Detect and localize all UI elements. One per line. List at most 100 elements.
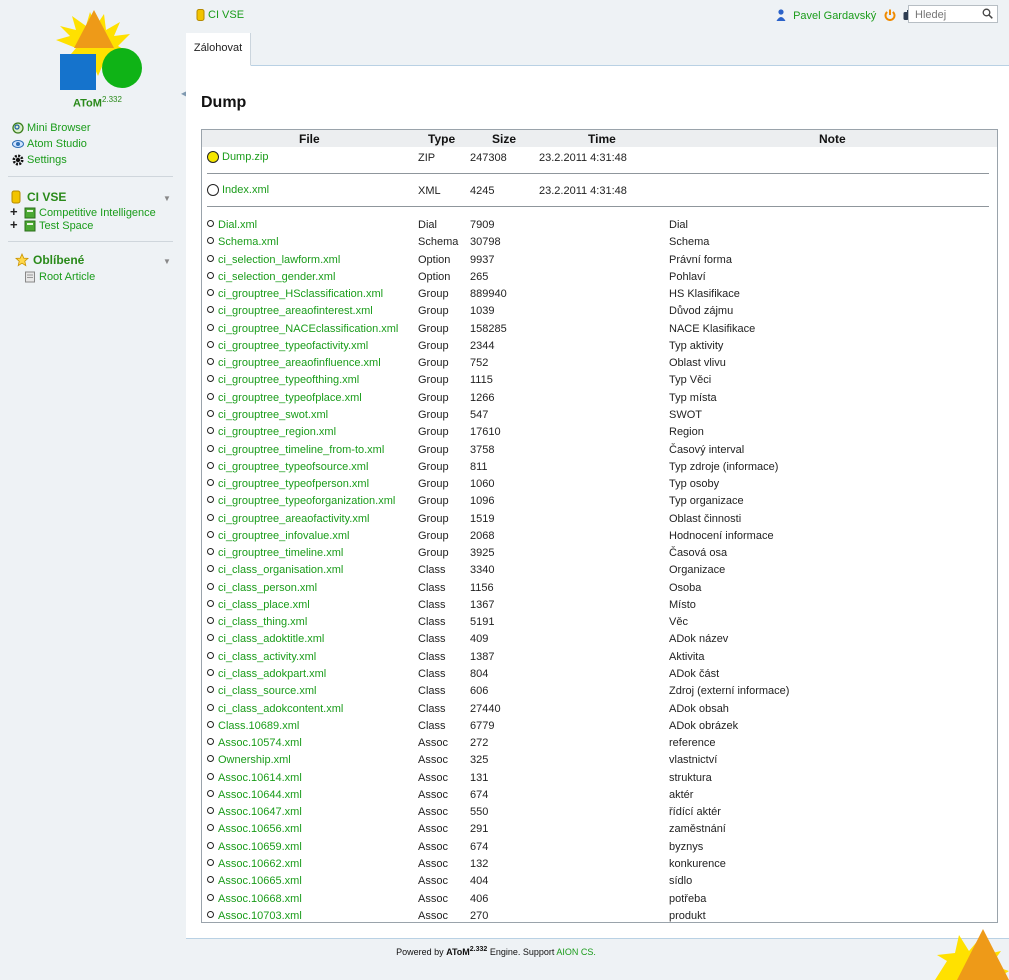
file-link[interactable]: ci_grouptree_HSclassification.xml (218, 288, 383, 300)
file-cell[interactable]: Assoc.10665.xml (207, 875, 302, 887)
sidebar-item-competitive-intelligence[interactable]: + Competitive Intelligence (10, 205, 156, 220)
file-cell[interactable]: Ownership.xml (207, 754, 291, 766)
table-row[interactable]: ci_class_thing.xml Class 5191 Věc (202, 614, 997, 631)
file-cell[interactable]: Assoc.10614.xml (207, 772, 302, 784)
file-link[interactable]: ci_grouptree_infovalue.xml (218, 530, 349, 542)
file-link[interactable]: ci_selection_gender.xml (218, 271, 335, 283)
file-link[interactable]: ci_class_place.xml (218, 599, 310, 611)
sidebar-item-label[interactable]: Atom Studio (27, 138, 87, 150)
chevron-down-icon[interactable]: ▼ (163, 194, 171, 203)
file-link[interactable]: ci_grouptree_areaofinfluence.xml (218, 357, 381, 369)
table-row[interactable]: ci_class_organisation.xml Class 3340 Organi… (202, 562, 997, 579)
table-row[interactable]: Assoc.10668.xml Assoc 406 potřeba (202, 891, 997, 908)
table-row[interactable]: Assoc.10665.xml Assoc 404 sídlo (202, 873, 997, 890)
file-cell[interactable]: Index.xml (207, 184, 269, 196)
file-link[interactable]: ci_grouptree_typeoforganization.xml (218, 495, 395, 507)
file-cell[interactable]: ci_class_person.xml (207, 582, 317, 594)
table-row[interactable]: Class.10689.xml Class 6779 ADok obrázek (202, 718, 997, 735)
file-cell[interactable]: ci_grouptree_typeofperson.xml (207, 478, 369, 490)
column-header-note[interactable]: Note (819, 132, 846, 146)
file-link[interactable]: Assoc.10574.xml (218, 737, 302, 749)
atom-logo[interactable] (54, 6, 144, 90)
file-cell[interactable]: Assoc.10668.xml (207, 893, 302, 905)
file-link[interactable]: ci_class_thing.xml (218, 616, 307, 628)
table-row[interactable]: ci_grouptree_infovalue.xml Group 2068 Hodno… (202, 528, 997, 545)
file-link[interactable]: ci_class_person.xml (218, 582, 317, 594)
sidebar-item-label[interactable]: Test Space (39, 220, 93, 232)
file-link[interactable]: ci_grouptree_areaofactivity.xml (218, 513, 369, 525)
file-cell[interactable]: ci_grouptree_areaofinfluence.xml (207, 357, 381, 369)
table-row[interactable]: ci_class_adoktitle.xml Class 409 ADok název (202, 631, 997, 648)
file-cell[interactable]: Assoc.10647.xml (207, 806, 302, 818)
favorites-header[interactable]: Oblíbené (15, 253, 84, 267)
file-cell[interactable]: ci_grouptree_region.xml (207, 426, 336, 438)
file-link[interactable]: Schema.xml (218, 236, 279, 248)
file-link[interactable]: Assoc.10662.xml (218, 858, 302, 870)
file-cell[interactable]: Assoc.10644.xml (207, 789, 302, 801)
file-link[interactable]: ci_grouptree_typeofplace.xml (218, 392, 362, 404)
file-cell[interactable]: ci_selection_lawform.xml (207, 254, 340, 266)
table-row[interactable]: ci_class_activity.xml Class 1387 Aktivita (202, 649, 997, 666)
file-cell[interactable]: Assoc.10703.xml (207, 910, 302, 922)
file-link[interactable]: Assoc.10668.xml (218, 893, 302, 905)
file-cell[interactable]: Dial.xml (207, 219, 257, 231)
support-link[interactable]: AION CS. (556, 947, 596, 957)
file-cell[interactable]: Assoc.10574.xml (207, 737, 302, 749)
sidebar-item-atom-studio[interactable]: Atom Studio (12, 137, 87, 151)
file-cell[interactable]: ci_class_adokcontent.xml (207, 703, 343, 715)
file-cell[interactable]: ci_grouptree_swot.xml (207, 409, 328, 421)
file-link[interactable]: Ownership.xml (218, 754, 291, 766)
file-cell[interactable]: ci_grouptree_areaofinterest.xml (207, 305, 373, 317)
expand-icon[interactable]: + (10, 218, 18, 232)
sidebar-item-label[interactable]: Settings (27, 154, 67, 166)
table-row[interactable]: ci_class_person.xml Class 1156 Osoba (202, 580, 997, 597)
file-cell[interactable]: ci_class_source.xml (207, 685, 316, 697)
file-cell[interactable]: ci_class_place.xml (207, 599, 310, 611)
file-cell[interactable]: Class.10689.xml (207, 720, 299, 732)
file-cell[interactable]: Assoc.10659.xml (207, 841, 302, 853)
table-row[interactable]: ci_grouptree_areaofactivity.xml Group 1519… (202, 511, 997, 528)
file-link[interactable]: ci_grouptree_region.xml (218, 426, 336, 438)
workspace-header[interactable]: CI VSE (11, 190, 66, 204)
table-row[interactable]: ci_grouptree_swot.xml Group 547 SWOT (202, 407, 997, 424)
power-icon[interactable] (884, 9, 896, 21)
file-cell[interactable]: ci_class_activity.xml (207, 651, 316, 663)
table-row[interactable]: ci_selection_lawform.xml Option 9937 Právní… (202, 252, 997, 269)
file-link[interactable]: Assoc.10656.xml (218, 823, 302, 835)
file-link[interactable]: Assoc.10644.xml (218, 789, 302, 801)
tab-zalohovat[interactable]: Zálohovat (186, 33, 251, 66)
workspace-title[interactable]: CI VSE (27, 190, 66, 204)
file-cell[interactable]: ci_grouptree_typeofsource.xml (207, 461, 368, 473)
file-link[interactable]: ci_class_activity.xml (218, 651, 316, 663)
table-row[interactable]: ci_grouptree_areaofinterest.xml Group 1039… (202, 303, 997, 320)
table-row[interactable]: ci_grouptree_areaofinfluence.xml Group 752… (202, 355, 997, 372)
table-row[interactable]: Assoc.10662.xml Assoc 132 konkurence (202, 856, 997, 873)
file-cell[interactable]: ci_grouptree_timeline.xml (207, 547, 343, 559)
file-link[interactable]: ci_class_adokcontent.xml (218, 703, 343, 715)
file-cell[interactable]: ci_grouptree_infovalue.xml (207, 530, 349, 542)
tab-label[interactable]: Zálohovat (194, 42, 242, 54)
file-link[interactable]: ci_grouptree_swot.xml (218, 409, 328, 421)
file-cell[interactable]: ci_grouptree_typeofthing.xml (207, 374, 359, 386)
file-link[interactable]: Dump.zip (222, 151, 268, 163)
sidebar-item-test-space[interactable]: + Test Space (10, 218, 93, 233)
file-link[interactable]: ci_class_source.xml (218, 685, 316, 697)
file-link[interactable]: Assoc.10703.xml (218, 910, 302, 922)
file-cell[interactable]: ci_grouptree_HSclassification.xml (207, 288, 383, 300)
file-link[interactable]: Assoc.10659.xml (218, 841, 302, 853)
file-link[interactable]: Dial.xml (218, 219, 257, 231)
table-row[interactable]: Assoc.10703.xml Assoc 270 produkt (202, 908, 997, 925)
table-row[interactable]: Assoc.10656.xml Assoc 291 zaměstnání (202, 821, 997, 838)
sidebar-item-settings[interactable]: Settings (12, 153, 67, 167)
breadcrumb-link[interactable]: CI VSE (208, 9, 244, 21)
file-cell[interactable]: Assoc.10662.xml (207, 858, 302, 870)
file-link[interactable]: ci_class_adoktitle.xml (218, 633, 324, 645)
file-cell[interactable]: ci_grouptree_areaofactivity.xml (207, 513, 369, 525)
table-row[interactable]: ci_class_place.xml Class 1367 Místo (202, 597, 997, 614)
breadcrumb[interactable]: CI VSE (196, 9, 244, 21)
file-link[interactable]: Assoc.10665.xml (218, 875, 302, 887)
table-row[interactable]: ci_grouptree_typeofsource.xml Group 811 Typ… (202, 459, 997, 476)
file-cell[interactable]: ci_class_adoktitle.xml (207, 633, 324, 645)
sidebar-item-label[interactable]: Mini Browser (27, 122, 91, 134)
table-row[interactable]: ci_grouptree_typeofplace.xml Group 1266 Typ… (202, 390, 997, 407)
